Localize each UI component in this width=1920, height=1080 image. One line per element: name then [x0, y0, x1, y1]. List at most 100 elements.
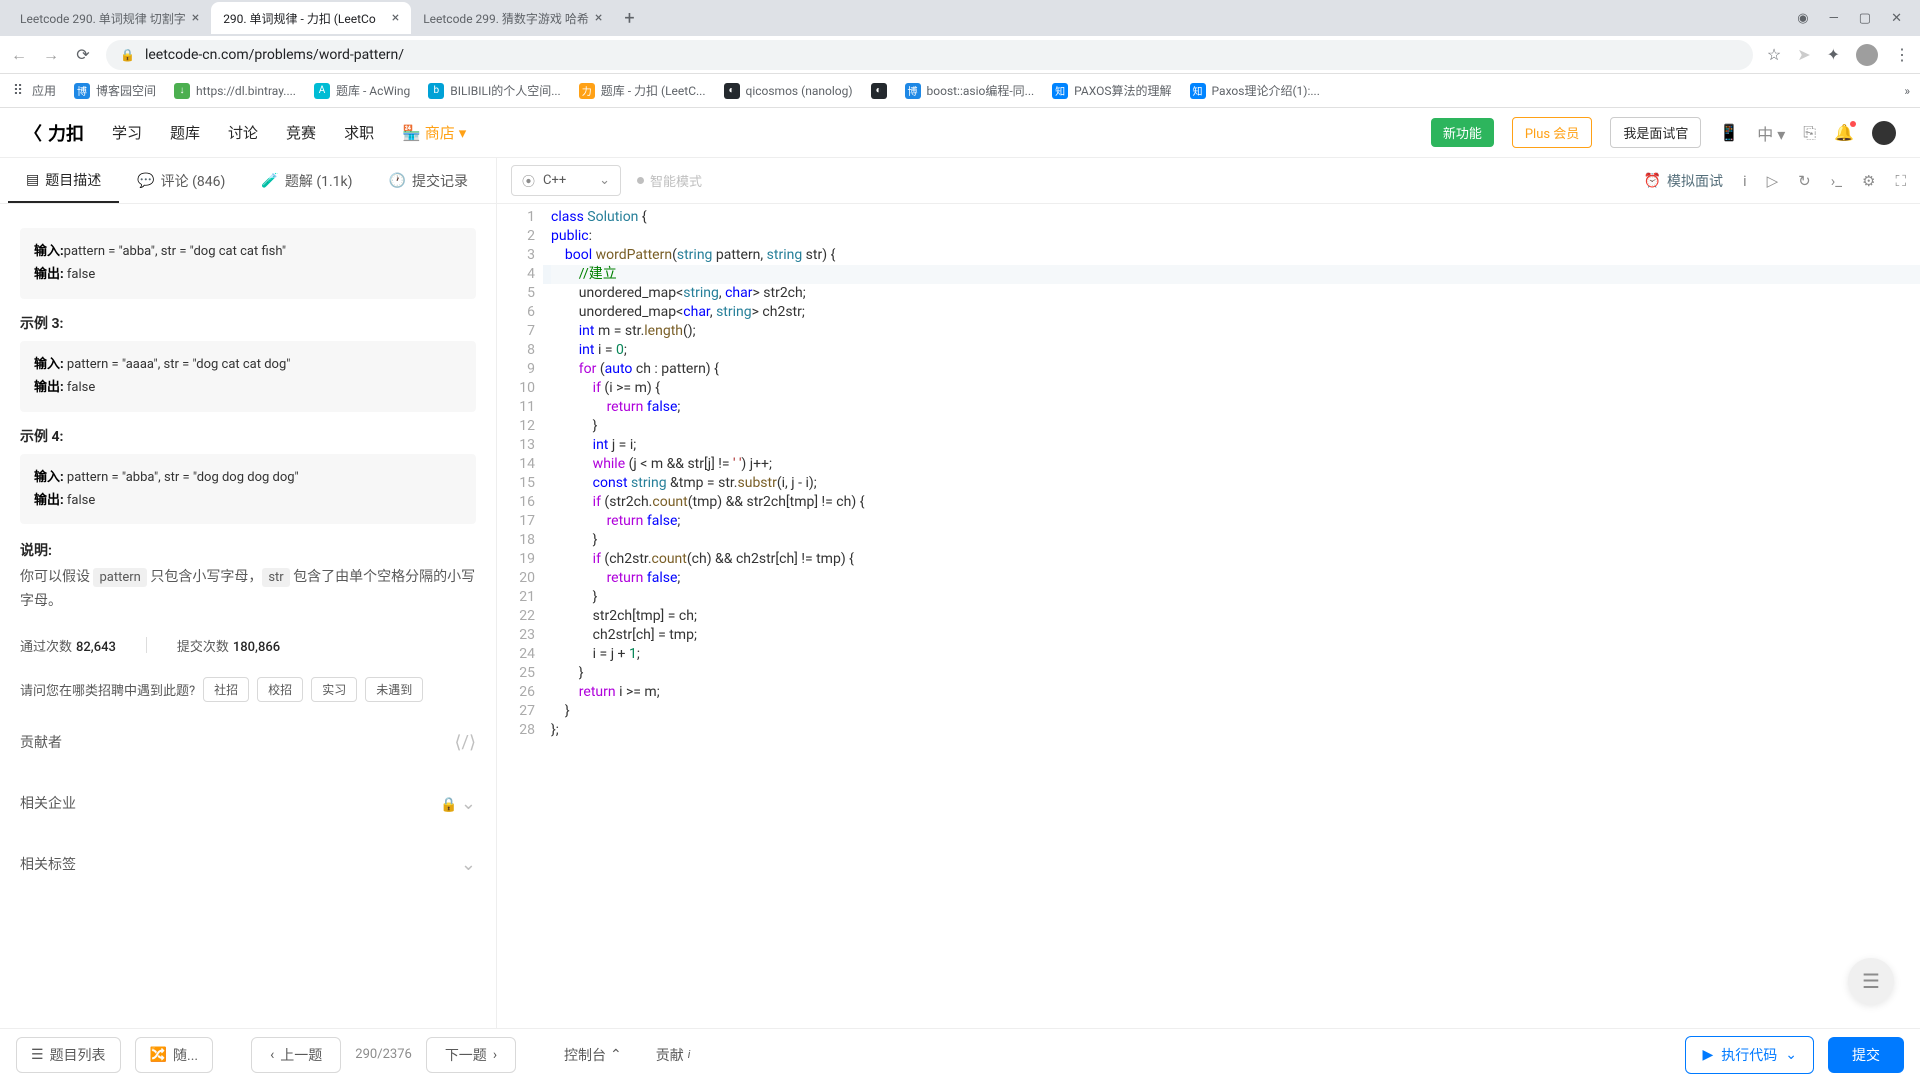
smart-mode-toggle[interactable]: 智能模式	[637, 171, 702, 190]
tab-solutions[interactable]: 🧪题解 (1.1k)	[243, 158, 370, 203]
new-tab-button[interactable]: +	[614, 8, 644, 29]
close-icon[interactable]: ×	[595, 10, 602, 26]
browser-tab-0[interactable]: Leetcode 290. 单词规律 切割字 ×	[8, 2, 211, 34]
section-label: 相关企业	[20, 793, 76, 813]
extensions-icon[interactable]: ✦	[1827, 45, 1840, 64]
settings-icon[interactable]: ⚙	[1862, 172, 1875, 190]
hiring-option-none[interactable]: 未遇到	[365, 677, 423, 702]
info-icon[interactable]: i	[1743, 172, 1747, 190]
bookmark-item[interactable]: ↓https://dl.bintray....	[174, 83, 296, 99]
profile-icon[interactable]	[1856, 44, 1878, 66]
btn-label: 题目列表	[50, 1045, 106, 1065]
divider	[146, 637, 147, 653]
minimize-icon[interactable]: ―	[1829, 11, 1839, 26]
code-editor[interactable]: 1234567891011121314151617181920212223242…	[497, 204, 1920, 1028]
nav-learn[interactable]: 学习	[112, 122, 142, 143]
run-code-button[interactable]: ▶执行代码⌄	[1685, 1036, 1814, 1074]
bookmark-item[interactable]: bBILIBILI的个人空间...	[428, 82, 560, 99]
nav-store[interactable]: 🏪商店 ▾	[402, 122, 466, 143]
console-toggle[interactable]: 控制台 ⌃	[564, 1045, 622, 1065]
bookmark-item[interactable]: 知PAXOS算法的理解	[1052, 82, 1171, 99]
record-icon[interactable]: ◉	[1797, 11, 1808, 26]
reset-icon[interactable]: ↻	[1798, 172, 1811, 190]
close-window-icon[interactable]: ✕	[1891, 11, 1902, 26]
prev-problem-button[interactable]: ‹上一题	[251, 1037, 341, 1073]
url-text: leetcode-cn.com/problems/word-pattern/	[145, 47, 404, 63]
bell-icon[interactable]: 🔔	[1834, 123, 1854, 142]
close-icon[interactable]: ×	[392, 10, 399, 26]
note-title: 说明:	[20, 540, 476, 560]
star-icon[interactable]: ☆	[1767, 45, 1781, 64]
contributor-row[interactable]: 贡献者 ⟨/⟩	[20, 722, 476, 763]
plus-button[interactable]: Plus 会员	[1512, 117, 1592, 148]
feedback-button[interactable]: ☰	[1848, 958, 1894, 1004]
bookmark-item[interactable]: 博boost::asio编程-同...	[905, 82, 1035, 99]
next-problem-button[interactable]: 下一题›	[426, 1037, 516, 1073]
chevron-left-icon: ‹	[270, 1047, 274, 1063]
hiring-option-social[interactable]: 社招	[203, 677, 249, 702]
section-label: 贡献者	[20, 732, 62, 752]
bookmark-item[interactable]: A题库 - AcWing	[314, 82, 410, 99]
new-feature-button[interactable]: 新功能	[1431, 118, 1494, 147]
nav-discuss[interactable]: 讨论	[228, 122, 258, 143]
bookmark-label: Paxos理论介绍(1):...	[1212, 82, 1320, 99]
contribute-link[interactable]: 贡献 i	[656, 1045, 691, 1065]
nav-jobs[interactable]: 求职	[344, 122, 374, 143]
related-tags-row[interactable]: 相关标签 ⌄	[20, 844, 476, 885]
bookmark-label: boost::asio编程-同...	[927, 82, 1035, 99]
language-toggle[interactable]: 中 ▾	[1757, 121, 1785, 145]
bookmark-item[interactable]: 知Paxos理论介绍(1):...	[1190, 82, 1320, 99]
menu-icon[interactable]: ⋮	[1894, 45, 1910, 64]
interviewer-button[interactable]: 我是面试官	[1610, 117, 1701, 148]
description-body: 输入:pattern = "abba", str = "dog cat cat …	[0, 204, 496, 1028]
bookmark-item[interactable]: 力题库 - 力扣 (LeetC...	[579, 82, 706, 99]
bookmarks-overflow-icon[interactable]: »	[1904, 84, 1910, 98]
maximize-icon[interactable]: ▢	[1859, 11, 1871, 26]
output-value: false	[67, 380, 95, 395]
bookmark-item[interactable]: ◐	[871, 83, 887, 99]
list-icon: ☰	[31, 1047, 44, 1063]
chevron-right-icon: ›	[493, 1047, 497, 1063]
send-icon[interactable]: ➤	[1797, 45, 1810, 64]
browser-tab-2[interactable]: Leetcode 299. 猜数字游戏 哈希 ×	[411, 2, 614, 34]
avatar[interactable]	[1872, 121, 1896, 145]
browser-tab-1[interactable]: 290. 单词规律 - 力扣 (LeetCo ×	[211, 2, 411, 34]
problem-list-button[interactable]: ☰ 题目列表	[16, 1037, 121, 1073]
browser-tab-strip: Leetcode 290. 单词规律 切割字 × 290. 单词规律 - 力扣 …	[0, 0, 1920, 36]
submit-button[interactable]: 提交	[1828, 1037, 1904, 1073]
code-area[interactable]: class Solution {public: bool wordPattern…	[543, 204, 1920, 1028]
bookmark-item[interactable]: 博博客园空间	[74, 82, 156, 99]
language-label: C++	[543, 173, 566, 188]
related-companies-row[interactable]: 相关企业 🔒 ⌄	[20, 783, 476, 824]
tab-comments[interactable]: 💬评论 (846)	[119, 158, 243, 203]
play-icon[interactable]: ▷	[1767, 172, 1779, 190]
language-select[interactable]: ⦿ C++ ⌄	[511, 165, 621, 196]
tab-title: Leetcode 299. 猜数字游戏 哈希	[423, 10, 589, 27]
bookmark-label: qicosmos (nanolog)	[746, 84, 853, 98]
reload-icon[interactable]: ⟳	[74, 45, 92, 64]
leetcode-logo[interactable]: 〈力扣	[24, 120, 84, 146]
bookmark-item[interactable]: ◐qicosmos (nanolog)	[724, 83, 853, 99]
gift-icon[interactable]: ⎘	[1803, 123, 1816, 143]
terminal-icon[interactable]: ›_	[1831, 172, 1842, 190]
hiring-option-intern[interactable]: 实习	[311, 677, 357, 702]
hiring-option-campus[interactable]: 校招	[257, 677, 303, 702]
tab-description[interactable]: ▤题目描述	[8, 158, 119, 203]
contribute-label: 贡献	[656, 1045, 684, 1065]
random-button[interactable]: 🔀随...	[135, 1037, 214, 1073]
back-icon[interactable]: ←	[10, 45, 28, 65]
phone-icon[interactable]: 📱	[1719, 123, 1739, 142]
status-dot-icon	[637, 177, 644, 184]
clock-icon: 🕐	[389, 173, 406, 189]
fullscreen-icon[interactable]: ⛶	[1895, 172, 1906, 190]
input-label: 输入:	[34, 470, 64, 485]
url-input[interactable]: 🔒 leetcode-cn.com/problems/word-pattern/	[106, 40, 1753, 70]
logo-text: 力扣	[48, 120, 84, 146]
mock-label: 模拟面试	[1667, 171, 1723, 191]
mock-interview-button[interactable]: ⏰模拟面试	[1644, 171, 1723, 191]
tab-submissions[interactable]: 🕐提交记录	[371, 158, 486, 203]
close-icon[interactable]: ×	[192, 10, 199, 26]
apps-shortcut[interactable]: ⠿应用	[10, 82, 56, 99]
nav-problems[interactable]: 题库	[170, 122, 200, 143]
nav-contest[interactable]: 竞赛	[286, 122, 316, 143]
